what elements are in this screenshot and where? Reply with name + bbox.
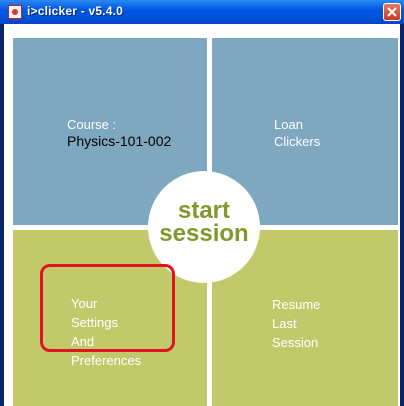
loan-clickers-label: Loan Clickers: [274, 117, 321, 149]
session-label: session: [159, 220, 249, 247]
window-title: i>clicker - v5.4.0: [27, 4, 124, 18]
course-label: Course :: [67, 117, 117, 132]
close-icon: [387, 7, 397, 17]
iclicker-app-icon: [8, 5, 22, 19]
main-panel: Course : Physics-101-002 Loan Clickers Y…: [4, 24, 400, 406]
course-name: Physics-101-002: [67, 133, 172, 149]
title-bar[interactable]: i>clicker - v5.4.0: [0, 0, 404, 24]
settings-highlight-box: [40, 264, 175, 352]
close-button[interactable]: [383, 3, 401, 21]
resume-session-label: Resume Last Session: [272, 297, 321, 350]
iclicker-window: i>clicker - v5.4.0 Course : Physics-101-…: [0, 0, 404, 406]
